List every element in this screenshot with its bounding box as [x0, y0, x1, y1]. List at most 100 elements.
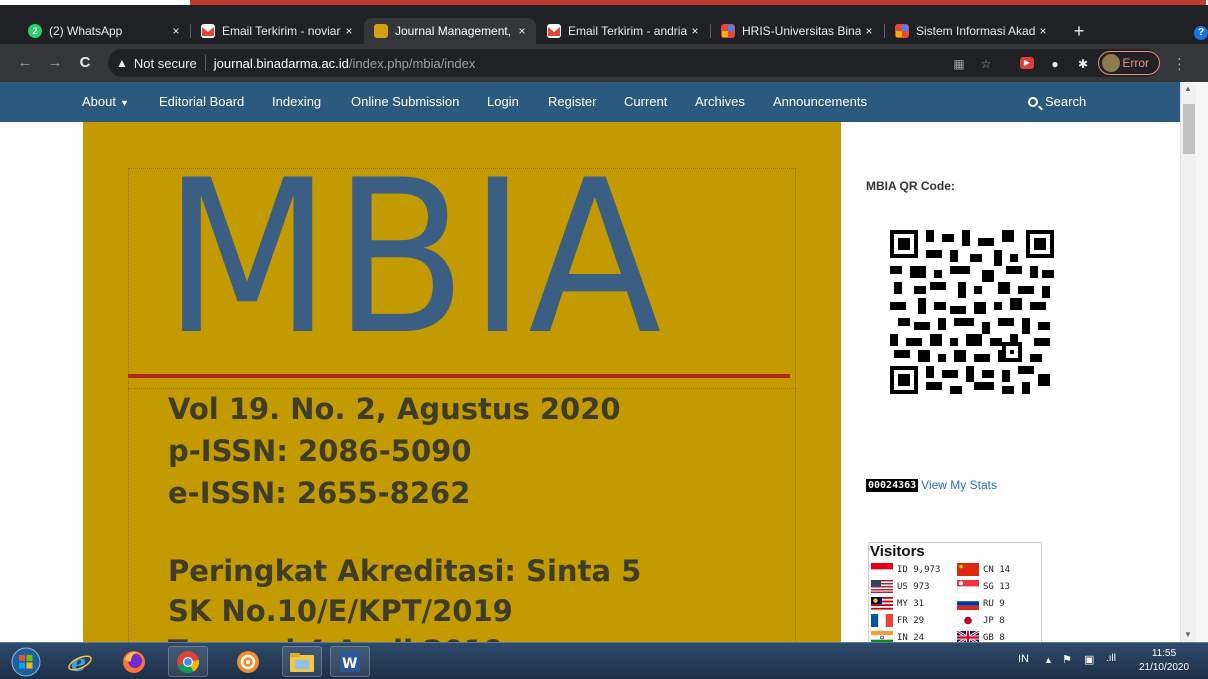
qr-title: MBIA QR Code: [866, 179, 955, 193]
profile-error-label: Error [1122, 56, 1149, 70]
tab-hris[interactable]: HRIS-Universitas Bina Da × [711, 18, 883, 44]
nav-editorial-board[interactable]: Editorial Board [159, 82, 244, 122]
cover-title: MBIA [163, 134, 664, 381]
file-explorer-icon[interactable] [282, 646, 322, 677]
window-top-edge [0, 0, 1208, 5]
flag-cn-icon [957, 563, 979, 576]
close-icon[interactable]: × [514, 24, 530, 38]
hris-icon [721, 24, 735, 38]
close-icon[interactable]: × [341, 24, 357, 38]
chrome-icon[interactable] [168, 646, 208, 677]
cover-sk-number: SK No.10/E/KPT/2019 [168, 594, 513, 628]
tab-siakad[interactable]: Sistem Informasi Akadem × [885, 18, 1057, 44]
visitor-row: FR 29 [871, 614, 924, 627]
site-navigation: About ▼ Editorial Board Indexing Online S… [0, 82, 1180, 122]
visitor-row: CN 14 [957, 563, 1010, 576]
system-clock[interactable]: 11:55 21/10/2020 [1134, 647, 1194, 675]
close-icon[interactable]: × [1035, 24, 1051, 38]
visitors-title: Visitors [870, 543, 925, 560]
network-icon[interactable]: ▣ [1084, 653, 1094, 666]
view-stats-link[interactable]: View My Stats [921, 478, 997, 492]
flag-us-icon [871, 580, 893, 593]
whatsapp-icon: 2 [28, 24, 42, 38]
new-tab-button[interactable]: + [1068, 20, 1090, 42]
word-icon[interactable]: W [330, 646, 370, 677]
forward-icon[interactable]: → [46, 54, 64, 72]
translate-icon[interactable]: ▦ [952, 57, 966, 71]
settings-app-icon[interactable] [228, 646, 268, 677]
visitor-row: IN 24 [871, 631, 924, 642]
nav-current[interactable]: Current [624, 82, 667, 122]
tab-journal-management[interactable]: Journal Management, Bu × [364, 18, 536, 44]
tab-label: Journal Management, Bu [395, 24, 514, 38]
cover-pissn: p-ISSN: 2086-5090 [168, 434, 472, 468]
nav-search[interactable]: Search [1028, 82, 1086, 122]
visitor-row: JP 8 [957, 614, 1005, 627]
svg-text:W: W [342, 656, 357, 672]
visitor-row: US 973 [871, 580, 930, 593]
show-hidden-icons-icon[interactable]: ▲ [1044, 655, 1053, 665]
tab-label: HRIS-Universitas Bina Da [742, 24, 861, 38]
hit-counter: 00024363 [866, 478, 919, 492]
cover-date: Tanggal 4 April 2019 [168, 634, 504, 642]
tab-email-noviardy[interactable]: Email Terkirim - noviardy × [191, 18, 363, 44]
nav-login[interactable]: Login [487, 82, 519, 122]
nav-indexing[interactable]: Indexing [272, 82, 321, 122]
visitor-row: MY 31 [871, 597, 924, 610]
windows-taskbar: e W IN ▲ ⚑ ▣ .ıll 11:55 21/10/2020 [0, 642, 1208, 679]
menu-kebab-icon[interactable]: ⋮ [1172, 55, 1187, 73]
url-path: /index.php/mbia/index [348, 55, 476, 71]
tab-label: (2) WhatsApp [49, 24, 123, 38]
extensions-puzzle-icon[interactable]: ✱ [1076, 57, 1090, 71]
tab-label: Email Terkirim - andrian.r [568, 24, 687, 38]
journal-cover-image: MBIA Vol 19. No. 2, Agustus 2020 p-ISSN:… [83, 122, 841, 642]
scroll-up-icon[interactable]: ▲ [1184, 84, 1192, 93]
language-indicator[interactable]: IN [1018, 653, 1029, 665]
security-label: Not secure [133, 55, 197, 71]
side-gutter [1196, 82, 1208, 642]
firefox-icon[interactable] [114, 646, 154, 677]
nav-archives[interactable]: Archives [695, 82, 745, 122]
flag-id-icon [871, 563, 893, 576]
profile-error-button[interactable]: Error [1098, 51, 1160, 75]
tab-strip: 2 (2) WhatsApp × Email Terkirim - noviar… [0, 0, 1208, 44]
cover-volume: Vol 19. No. 2, Agustus 2020 [168, 392, 621, 426]
avatar [1102, 54, 1120, 72]
nav-about[interactable]: About ▼ [82, 82, 129, 122]
visitor-row: GB 8 [957, 631, 1005, 642]
sidebar: MBIA QR Code: 00024363 View My Stats Vis… [866, 122, 1176, 642]
page-scrollbar[interactable]: ▲ ▼ [1180, 82, 1196, 642]
search-icon [1028, 97, 1038, 107]
close-icon[interactable]: × [168, 24, 184, 38]
visitor-row: ID 9,973 [871, 563, 940, 576]
help-icon[interactable]: ? [1194, 26, 1208, 40]
back-icon[interactable]: ← [16, 54, 34, 72]
gmail-icon [201, 24, 215, 38]
clock-date: 21/10/2020 [1138, 662, 1190, 673]
tab-whatsapp[interactable]: 2 (2) WhatsApp × [18, 18, 190, 44]
visitors-widget[interactable]: Visitors ID 9,973 US 973 MY 31 FR 29 IN … [868, 542, 1042, 642]
address-bar[interactable]: ▲ Not secure journal.binadarma.ac.id /in… [108, 49, 1160, 77]
reload-icon[interactable]: C [76, 54, 94, 72]
nav-register[interactable]: Register [548, 82, 596, 122]
flag-fr-icon [871, 614, 893, 627]
visitor-row: RU 9 [957, 597, 1005, 610]
scrollbar-thumb[interactable] [1183, 104, 1195, 154]
youtube-extension-icon[interactable]: ▶ [1020, 57, 1034, 69]
action-center-flag-icon[interactable]: ⚑ [1062, 653, 1072, 666]
start-orb-icon[interactable] [6, 646, 46, 677]
close-icon[interactable]: × [687, 24, 703, 38]
flag-my-icon [871, 597, 893, 610]
internet-explorer-icon[interactable]: e [60, 646, 100, 677]
flag-in-icon [871, 631, 893, 642]
qr-code [890, 230, 1054, 394]
tab-email-andrian[interactable]: Email Terkirim - andrian.r × [537, 18, 709, 44]
bookmark-star-icon[interactable]: ☆ [979, 57, 993, 71]
close-icon[interactable]: × [861, 24, 877, 38]
scroll-down-icon[interactable]: ▼ [1184, 630, 1192, 639]
record-extension-icon[interactable]: ● [1048, 57, 1062, 71]
flag-sg-icon [957, 580, 979, 593]
signal-bars-icon[interactable]: .ıll [1106, 653, 1116, 664]
nav-announcements[interactable]: Announcements [773, 82, 867, 122]
nav-online-submission[interactable]: Online Submission [351, 82, 459, 122]
